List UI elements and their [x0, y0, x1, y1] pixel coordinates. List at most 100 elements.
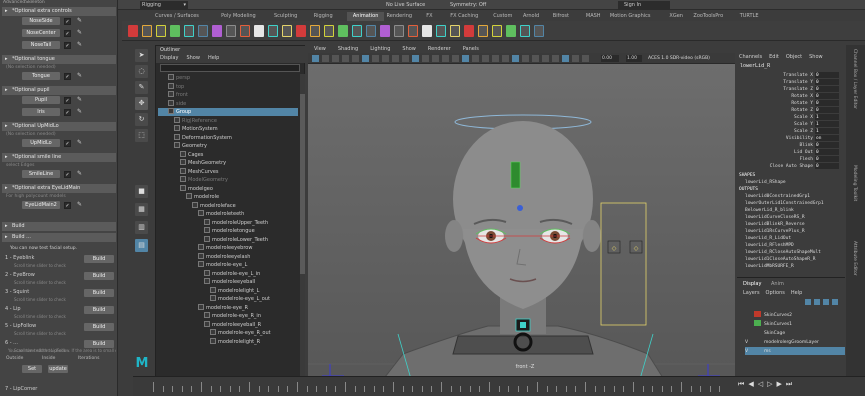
layer-visibility[interactable]: V — [745, 348, 751, 356]
outliner-row[interactable]: modelroleLower_Teeth — [158, 235, 298, 244]
isolate-icon[interactable] — [392, 55, 399, 62]
outliner-row[interactable]: modelroleUpper_Teeth — [158, 218, 298, 227]
build-button[interactable]: Build — [84, 272, 114, 280]
section-header[interactable]: *Optional pupil — [2, 86, 116, 95]
texture-icon[interactable] — [352, 55, 359, 62]
outliner-row[interactable]: modelrole-eye_R_in — [158, 312, 298, 320]
delete-icon[interactable]: ✎ — [77, 96, 82, 103]
output-item[interactable]: lowerLid0ConstrainedGrp1 — [739, 193, 843, 200]
graph-editor-icon[interactable] — [184, 25, 194, 37]
wireframe-icon[interactable] — [432, 55, 439, 62]
sidebar-tab[interactable]: Modeling Toolkit — [852, 165, 857, 201]
cyan-tool-icon[interactable] — [268, 25, 278, 37]
sign-in-button[interactable]: Sign In — [618, 1, 670, 9]
xray-icon[interactable] — [482, 55, 489, 62]
outliner-row[interactable]: modelroleeyebrow — [158, 244, 298, 252]
channel-row[interactable]: Scale X1 — [739, 114, 843, 121]
section-button[interactable]: SmileLine — [22, 170, 60, 178]
channel-row[interactable]: Scale Y1 — [739, 121, 843, 128]
checkbox-icon[interactable]: ✓ — [64, 140, 71, 147]
outliner-row[interactable]: Geometry — [158, 142, 298, 150]
go-to-end-icon[interactable]: ⏭ — [786, 380, 796, 388]
section-header[interactable]: *Optional smile line — [2, 153, 116, 162]
outliner-row[interactable]: modelroleeyeball_R — [158, 320, 298, 329]
layer-row[interactable]: VmodelrolergGroomLayer — [745, 338, 845, 346]
play-back-icon[interactable]: ◁ — [758, 380, 767, 388]
section-button[interactable]: Pupil — [22, 96, 60, 104]
build-button[interactable]: Build — [84, 306, 114, 314]
isolate-icon[interactable] — [492, 55, 499, 62]
channel-row[interactable]: Flesh 0 — [739, 156, 843, 163]
outliner-row[interactable]: modelroleface — [158, 201, 298, 210]
xray-icon[interactable] — [582, 55, 589, 62]
delete-icon[interactable]: ✎ — [77, 201, 82, 208]
outliner-search-input[interactable] — [160, 64, 300, 72]
shelf-tab[interactable]: Poly Modeling — [221, 12, 272, 21]
output-item[interactable]: lowerLid1CloseAutoShapeR_R — [739, 256, 843, 263]
sidebar-tab[interactable]: Channel Box / Layer Editor — [852, 49, 857, 109]
channel-menu-item[interactable]: Channels — [739, 54, 762, 60]
breakdown-icon[interactable] — [142, 25, 152, 37]
time-slider[interactable]: ⏮◀◁▷▶⏭ — [133, 376, 865, 396]
checkbox-icon[interactable]: ✓ — [64, 171, 71, 178]
outliner-row[interactable]: Cages — [158, 150, 298, 159]
section-header[interactable]: *Optional extra EyeLidMain — [2, 184, 116, 193]
section-header[interactable]: *Optional UpMidLo — [2, 122, 116, 131]
layer-row[interactable]: SkinCurves2 — [745, 311, 845, 319]
channel-row[interactable]: Translate Z0 — [739, 86, 843, 93]
output-item[interactable]: lowerLid_R_LidOut — [739, 235, 843, 242]
outliner-row[interactable]: modelroleteeth — [158, 210, 298, 218]
grid-icon[interactable] — [522, 55, 529, 62]
shelf-tab[interactable]: Arnold — [523, 12, 551, 21]
shelf-tab[interactable]: MASH — [586, 12, 608, 21]
four-view-icon[interactable]: ▦ — [135, 203, 148, 216]
channel-value[interactable]: 0 — [815, 86, 839, 92]
dope-sheet-icon[interactable] — [198, 25, 208, 37]
output-item[interactable]: lowerOuterLid1ConstrainedGrp1 — [739, 200, 843, 207]
field-a[interactable]: 0.00 — [601, 55, 619, 62]
channel-row[interactable]: Translate X0 — [739, 72, 843, 79]
camera-icon[interactable] — [312, 55, 319, 62]
orange-tool-icon[interactable] — [408, 25, 418, 37]
channel-row[interactable]: Rotate Z0 — [739, 107, 843, 114]
graph-editor-icon[interactable] — [352, 25, 362, 37]
persp-outliner-icon[interactable]: ▥ — [135, 221, 148, 234]
shelf-tab[interactable]: Motion Graphics — [610, 12, 668, 21]
outliner-row[interactable]: modelrole-eye_L_in — [158, 269, 298, 278]
paint-tool-icon[interactable]: ✎ — [135, 81, 148, 94]
shelf-tab[interactable]: ZooToolsPro — [693, 12, 737, 21]
lipfollow-button[interactable]: Set — [22, 365, 42, 373]
section-button[interactable]: Tongue — [22, 72, 60, 80]
time-editor-icon[interactable] — [212, 25, 222, 37]
section-header[interactable]: *Optional extra controls — [2, 7, 116, 16]
delete-icon[interactable]: ✎ — [77, 41, 82, 48]
color-management-dropdown[interactable]: ACES 1.0 SDR-video (sRGB) — [648, 55, 726, 62]
layer-row[interactable]: Vms — [745, 347, 845, 355]
outliner-row[interactable]: modelrolelight_L — [158, 286, 298, 295]
viewport-menu-item[interactable]: Show — [402, 46, 416, 52]
channel-value[interactable]: 0 — [815, 149, 839, 155]
forehead-control[interactable] — [510, 161, 521, 189]
layer-visibility[interactable]: V — [745, 339, 751, 347]
ghost-icon[interactable] — [324, 25, 334, 37]
symmetry-dropdown[interactable]: Symmetry: Off — [450, 1, 498, 9]
go-to-start-icon[interactable]: ⏮ — [738, 380, 748, 388]
center-control[interactable] — [517, 205, 523, 211]
shelf-tab[interactable]: Bifrost — [553, 12, 584, 21]
breakdown-icon[interactable] — [310, 25, 320, 37]
shelf-tab[interactable]: Rigging — [314, 12, 345, 21]
shelf-tab[interactable]: Sculpting — [274, 12, 312, 21]
output-item[interactable]: lowerLidBlinkR_Reverse — [739, 221, 843, 228]
step-back-icon[interactable]: ◀ — [748, 380, 757, 388]
channel-row[interactable]: Scale Z1 — [739, 128, 843, 135]
layer-row[interactable]: SkinCurves1 — [745, 320, 845, 328]
channel-row[interactable]: Close Auto Shape 0 — [739, 163, 843, 170]
ghost-icon[interactable] — [156, 25, 166, 37]
smooth-icon[interactable] — [342, 55, 349, 62]
channel-row[interactable]: Rotate X0 — [739, 93, 843, 100]
shelf-tab[interactable]: Animation — [346, 12, 385, 21]
outliner-row[interactable]: modelroleeyeball — [158, 278, 298, 286]
channel-menu-item[interactable]: Show — [809, 54, 823, 60]
channel-row[interactable]: Rotate Y0 — [739, 100, 843, 107]
outliner-row[interactable]: Group — [158, 108, 298, 116]
